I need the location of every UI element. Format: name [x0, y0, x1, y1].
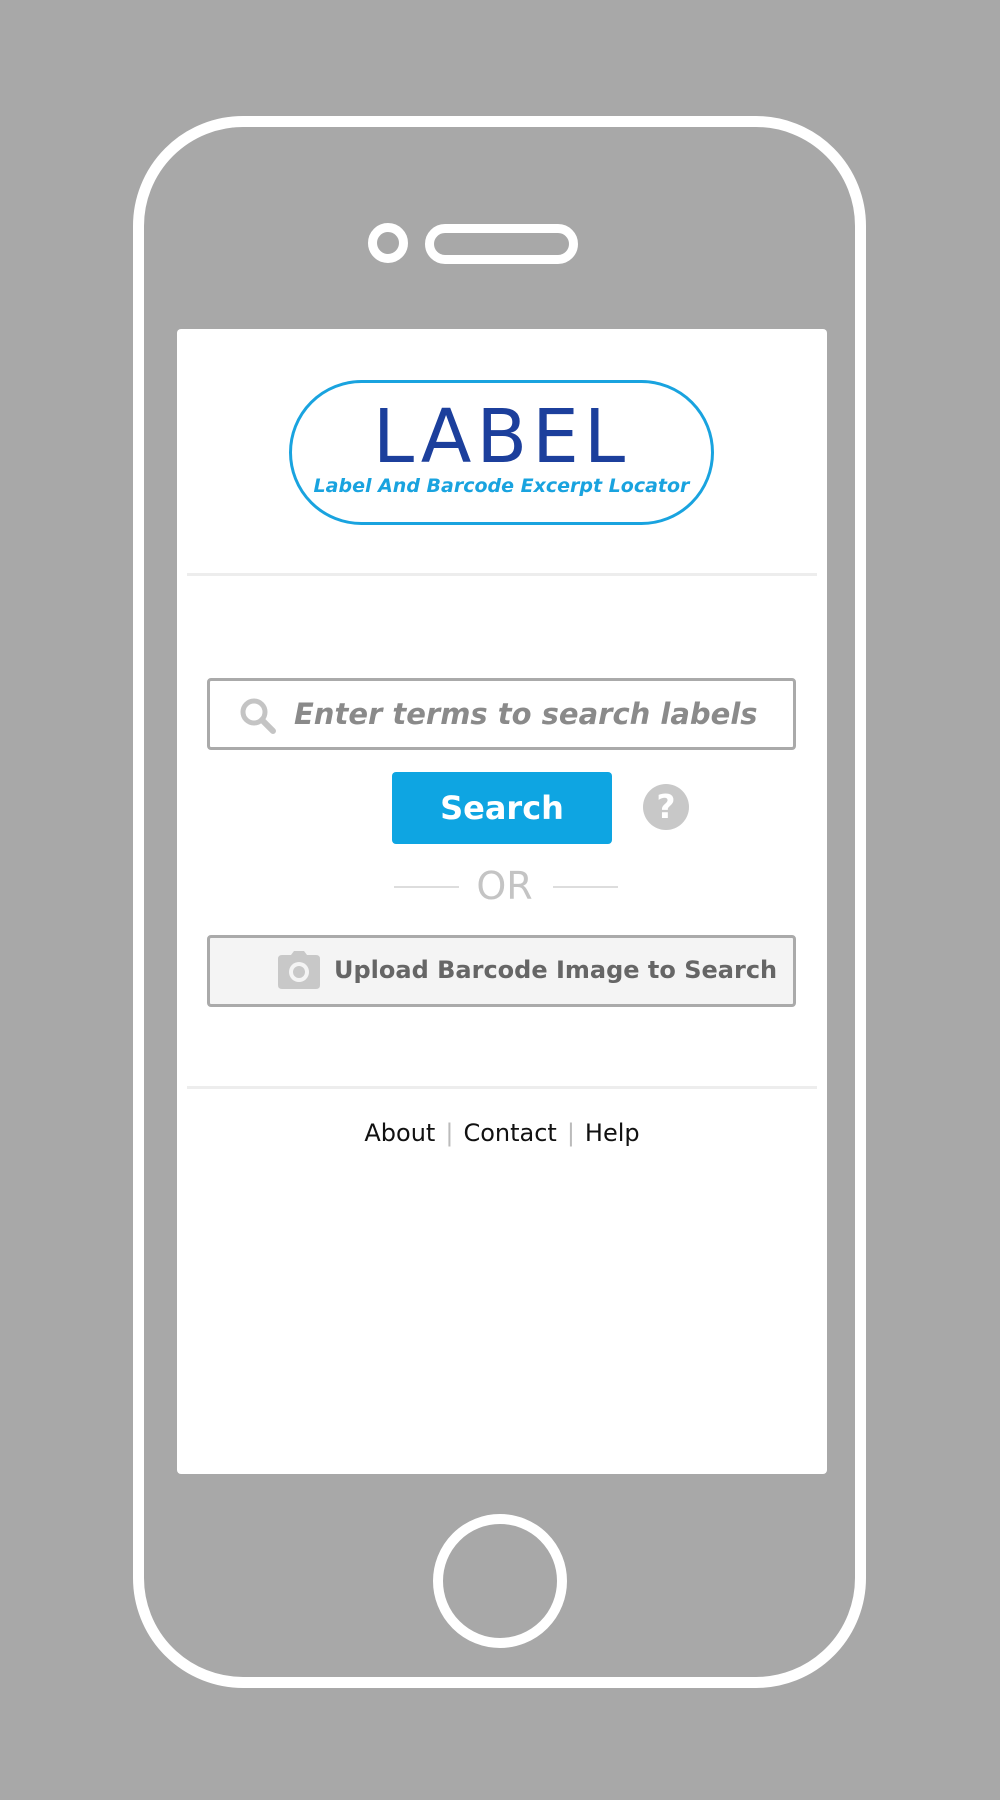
upload-button-label: Upload Barcode Image to Search	[334, 956, 778, 984]
footer-divider	[187, 1086, 817, 1089]
search-icon	[240, 698, 276, 734]
logo-title: LABEL	[372, 394, 631, 480]
footer-separator: |	[445, 1119, 454, 1147]
search-box[interactable]	[207, 678, 796, 750]
footer-link-help[interactable]: Help	[585, 1119, 640, 1147]
footer-links: About | Contact | Help	[177, 1115, 827, 1151]
or-divider-line-left	[394, 886, 459, 888]
footer-separator: |	[566, 1119, 575, 1147]
search-input[interactable]	[294, 687, 784, 741]
search-button[interactable]: Search	[392, 772, 612, 844]
help-icon[interactable]: ?	[643, 784, 689, 830]
logo-subtitle: Label And Barcode Excerpt Locator	[313, 475, 690, 497]
label-logo: LABEL Label And Barcode Excerpt Locator	[289, 380, 714, 525]
footer-link-contact[interactable]: Contact	[463, 1119, 556, 1147]
or-divider-line-right	[553, 886, 618, 888]
home-button[interactable]	[433, 1514, 567, 1648]
phone-screen: LABEL Label And Barcode Excerpt Locator …	[177, 329, 827, 1474]
front-camera	[368, 223, 408, 263]
earpiece-speaker	[425, 224, 578, 264]
or-separator: OR	[476, 864, 533, 908]
header-divider	[187, 573, 817, 576]
footer-link-about[interactable]: About	[364, 1119, 435, 1147]
upload-barcode-button[interactable]: Upload Barcode Image to Search	[207, 935, 796, 1007]
camera-icon	[278, 951, 320, 989]
